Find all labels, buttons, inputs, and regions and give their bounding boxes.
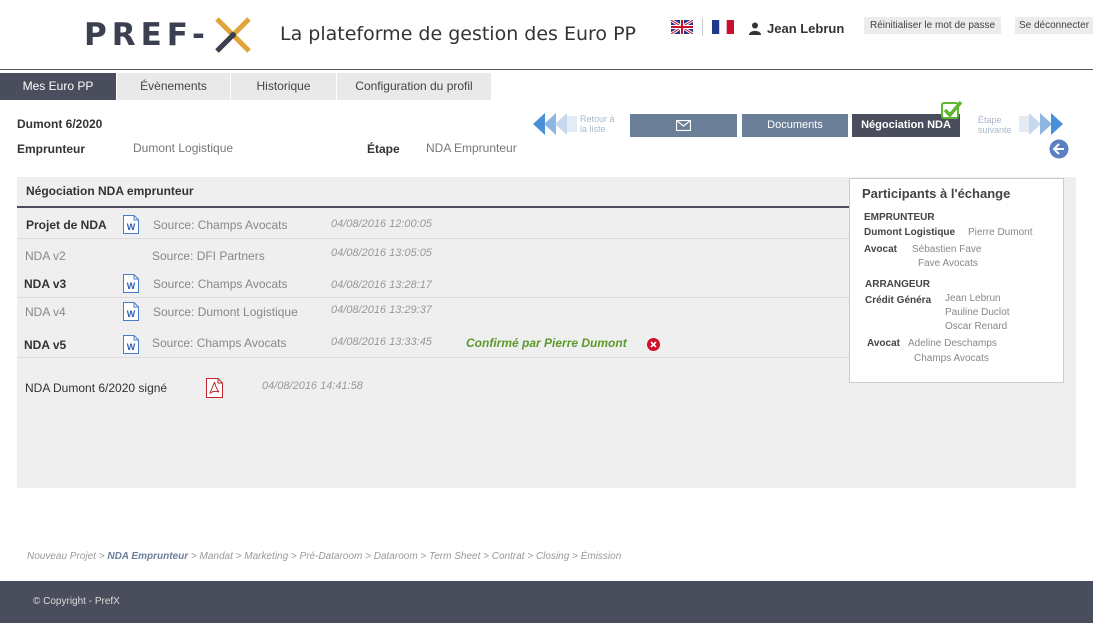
back-circle-icon[interactable] <box>1049 139 1069 159</box>
svg-text:W: W <box>127 222 136 232</box>
nda-row-date: 04/08/2016 13:28:17 <box>331 279 432 291</box>
svg-text:W: W <box>127 309 136 319</box>
footer: © Copyright - PrefX <box>0 581 1093 623</box>
nda-row-date: 04/08/2016 13:05:05 <box>331 247 432 259</box>
emprunteur-avocat-name: Sébastien Fave <box>912 244 982 255</box>
emprunteur-avocat-firm: Fave Avocats <box>918 258 978 269</box>
borrower-label: Emprunteur <box>17 142 86 156</box>
tab-mes-euro-pp[interactable]: Mes Euro PP <box>0 73 117 100</box>
row-divider <box>17 238 849 239</box>
breadcrumb-item[interactable]: Nouveau Projet <box>27 551 96 562</box>
nda-row-name: NDA v4 <box>25 305 66 319</box>
row-divider <box>17 297 849 298</box>
project-name: Dumont 6/2020 <box>17 117 103 131</box>
breadcrumb-separator: > <box>95 551 108 562</box>
word-file-icon[interactable]: W <box>123 274 139 293</box>
breadcrumb-rest: Mandat > Marketing > Pré-Dataroom > Data… <box>199 551 622 562</box>
panel-title-rule <box>17 206 857 208</box>
tab-historique[interactable]: Historique <box>231 73 337 100</box>
next-line-1: Étape <box>978 115 1002 125</box>
nda-row-source: Source: Champs Avocats <box>153 277 288 291</box>
svg-text:W: W <box>127 342 136 352</box>
breadcrumb-current: NDA Emprunteur <box>107 551 189 562</box>
nda-row-date: 04/08/2016 13:29:37 <box>331 304 432 316</box>
signed-name: NDA Dumont 6/2020 signé <box>25 381 168 395</box>
word-file-icon[interactable]: W <box>123 335 139 354</box>
site-title: La plateforme de gestion des Euro PP <box>280 23 636 45</box>
copyright: © Copyright - PrefX <box>33 596 120 607</box>
logout-button[interactable]: Se déconnecter <box>1015 17 1093 34</box>
reset-password-button[interactable]: Réinitialiser le mot de passe <box>864 17 1001 34</box>
nda-row-name: Projet de NDA <box>26 218 107 232</box>
nda-row-name: NDA v2 <box>25 249 66 263</box>
nda-row-date: 04/08/2016 13:33:45 <box>331 336 432 348</box>
emprunteur-heading: EMPRUNTEUR <box>864 212 935 223</box>
back-line-1: Retour à <box>580 114 615 124</box>
user-name: Jean Lebrun <box>767 21 845 36</box>
arrangeur-avocat-name: Adeline Deschamps <box>908 338 997 349</box>
back-arrows-icon[interactable] <box>533 113 577 135</box>
fr-flag-icon[interactable] <box>712 20 734 34</box>
main-tabs: Mes Euro PP Évènements Historique Config… <box>0 73 492 100</box>
step-value: NDA Emprunteur <box>426 141 517 155</box>
documents-button[interactable]: Documents <box>742 114 848 137</box>
arrangeur-contact: Pauline Duclot <box>945 307 1010 318</box>
nda-row-source: Source: Champs Avocats <box>152 336 287 350</box>
arrangeur-contact: Oscar Renard <box>945 321 1008 332</box>
remove-confirmation-icon[interactable] <box>647 338 660 351</box>
header: PREF- La plateforme de gestion des Euro … <box>0 0 1093 70</box>
logo-text: PREF- <box>84 17 210 53</box>
tab-evenements[interactable]: Évènements <box>117 73 231 100</box>
arrangeur-company: Crédit Généra <box>865 295 932 306</box>
arrangeur-avocat-firm: Champs Avocats <box>914 353 989 364</box>
avocat-label: Avocat <box>867 338 900 349</box>
nda-row-source: Source: Dumont Logistique <box>153 305 298 319</box>
word-file-icon[interactable]: W <box>123 215 139 234</box>
nda-row-source: Source: DFI Partners <box>152 249 265 263</box>
arrangeur-contact: Jean Lebrun <box>945 293 1001 304</box>
back-to-list-link[interactable]: Retour à la liste <box>580 114 615 134</box>
nda-row-date: 04/08/2016 12:00:05 <box>331 218 432 230</box>
participants-title: Participants à l'échange <box>862 186 1011 201</box>
nda-row-name: NDA v3 <box>24 277 67 291</box>
step-label: Étape <box>367 142 400 156</box>
participants-box: Participants à l'échange EMPRUNTEUR Dumo… <box>849 178 1064 383</box>
user-icon <box>749 22 761 35</box>
back-line-2: la liste <box>580 124 606 134</box>
emprunteur-contact: Pierre Dumont <box>968 227 1033 238</box>
svg-text:W: W <box>127 281 136 291</box>
next-line-2: suivante <box>978 125 1012 135</box>
user-menu[interactable]: Jean Lebrun <box>749 21 844 36</box>
panel-title: Négociation NDA emprunteur <box>26 184 194 198</box>
email-button[interactable] <box>630 114 737 137</box>
logo[interactable]: PREF- <box>84 14 254 56</box>
nda-row-name: NDA v5 <box>24 338 67 352</box>
workflow-breadcrumb: Nouveau Projet > NDA Emprunteur > Mandat… <box>27 551 621 562</box>
arrangeur-heading: ARRANGEUR <box>865 279 930 290</box>
row-divider <box>17 357 849 358</box>
check-icon <box>941 100 963 119</box>
next-step-link[interactable]: Étape suivante <box>978 115 1012 135</box>
signed-date: 04/08/2016 14:41:58 <box>262 380 363 392</box>
flag-separator <box>702 18 703 36</box>
word-file-icon[interactable]: W <box>123 302 139 321</box>
nda-row-source: Source: Champs Avocats <box>153 218 288 232</box>
avocat-label: Avocat <box>864 244 897 255</box>
logo-x-icon <box>215 17 251 53</box>
breadcrumb-separator: > <box>188 551 200 562</box>
envelope-icon <box>676 120 691 131</box>
tab-configuration-profil[interactable]: Configuration du profil <box>337 73 492 100</box>
uk-flag-icon[interactable] <box>671 20 693 34</box>
borrower-value: Dumont Logistique <box>133 141 234 155</box>
pdf-file-icon[interactable] <box>206 378 223 398</box>
confirmation-status: Confirmé par Pierre Dumont <box>466 336 627 350</box>
next-arrows-icon[interactable] <box>1019 113 1063 135</box>
emprunteur-company: Dumont Logistique <box>864 227 956 238</box>
